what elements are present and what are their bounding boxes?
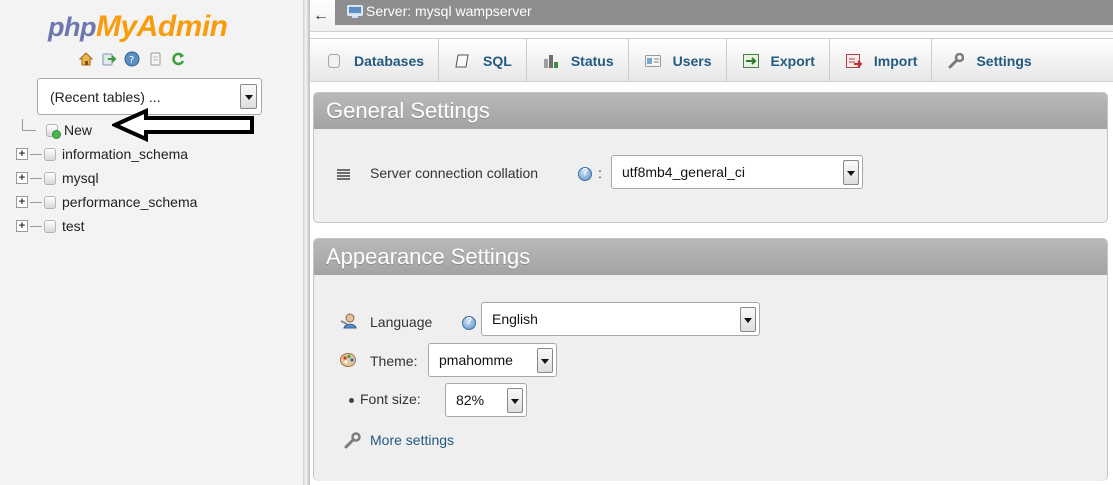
expand-icon[interactable]: + [16, 220, 28, 232]
tab-import[interactable]: Import [830, 39, 933, 82]
tree-connector [30, 225, 42, 227]
phpmyadmin-logo[interactable]: phpMyAdmin [48, 10, 228, 44]
tab-databases[interactable]: Databases [310, 39, 440, 82]
svg-text:?: ? [129, 55, 134, 66]
query-window-icon[interactable]: ? [124, 51, 140, 67]
tree-item-label[interactable]: performance_schema [62, 194, 197, 210]
navigation-panel: phpMyAdmin ? (Recent tables) ... New + i… [0, 0, 303, 485]
exit-icon[interactable] [101, 51, 117, 67]
chevron-down-icon[interactable] [843, 160, 859, 185]
chevron-down-icon[interactable] [240, 84, 257, 109]
sql-icon [455, 53, 471, 69]
theme-select[interactable]: pmahomme [428, 343, 557, 377]
users-icon [644, 53, 661, 69]
database-icon [44, 219, 56, 233]
font-size-select[interactable]: 82% [445, 383, 527, 417]
tree-item-performance-schema[interactable]: + performance_schema [16, 190, 197, 214]
language-label: Language [370, 314, 433, 330]
font-size-label: Font size: [360, 391, 421, 407]
tree-item-label[interactable]: mysql [62, 170, 99, 186]
database-icon [44, 147, 56, 161]
tree-item-label[interactable]: information_schema [62, 146, 188, 162]
help-icon[interactable] [578, 167, 592, 181]
general-settings-panel: General Settings Server connection colla… [313, 92, 1108, 223]
expand-icon[interactable]: + [16, 196, 28, 208]
database-icon [44, 195, 56, 209]
tree-item-label[interactable]: test [62, 218, 85, 234]
nav-icon-row: ? [78, 51, 186, 67]
chevron-down-icon[interactable] [740, 307, 756, 332]
collation-select[interactable]: utf8mb4_general_ci [611, 155, 863, 189]
help-icon[interactable] [462, 316, 476, 330]
collation-value: utf8mb4_general_ci [622, 164, 745, 180]
tab-label: Settings [976, 52, 1032, 69]
language-icon [340, 313, 357, 329]
panel-title: Appearance Settings [326, 244, 531, 269]
theme-label: Theme: [370, 353, 418, 369]
tab-label: Status [570, 52, 614, 69]
breadcrumb: Server: mysql wampserver [335, 0, 1113, 25]
export-icon [742, 53, 759, 69]
top-bar: ← Server: mysql wampserver [310, 0, 1113, 32]
tab-label: Users [672, 52, 712, 69]
tree-item-information-schema[interactable]: + information_schema [16, 142, 197, 166]
new-database-icon [46, 123, 61, 139]
nav-resize-handle[interactable] [303, 0, 310, 485]
main-tabs: Databases SQL Status Users Export Import… [310, 38, 1113, 82]
tab-label: Import [873, 52, 918, 69]
language-value: English [492, 311, 538, 327]
wrench-icon [344, 432, 361, 449]
collation-label: Server connection collation [370, 165, 539, 181]
theme-palette-icon [340, 353, 356, 367]
reload-icon[interactable] [170, 51, 186, 67]
tab-sql[interactable]: SQL [439, 39, 527, 82]
tab-users[interactable]: Users [629, 39, 727, 82]
tree-item-label[interactable]: New [64, 122, 92, 138]
tab-label: Databases [354, 52, 425, 69]
import-icon [845, 53, 862, 69]
chevron-down-icon[interactable] [537, 348, 553, 373]
tab-label: Export [770, 52, 815, 69]
theme-value: pmahomme [439, 352, 513, 368]
bullet-icon [349, 398, 354, 403]
panel-title: General Settings [326, 98, 490, 123]
home-icon[interactable] [78, 51, 94, 67]
collapse-nav-icon[interactable]: ← [313, 8, 329, 24]
panel-header: General Settings [314, 93, 1107, 129]
tab-export[interactable]: Export [727, 39, 830, 82]
server-icon [347, 5, 363, 18]
tree-connector [30, 177, 42, 179]
breadcrumb-server-link[interactable]: Server: mysql wampserver [366, 3, 532, 19]
tree-connector [30, 153, 42, 155]
status-icon [543, 53, 559, 69]
annotation-arrow-icon [112, 108, 254, 142]
tree-item-mysql[interactable]: + mysql [16, 166, 197, 190]
list-icon [337, 169, 350, 180]
tab-label: SQL [483, 52, 512, 69]
more-settings-link[interactable]: More settings [370, 432, 454, 448]
tree-connector [22, 119, 36, 131]
expand-icon[interactable]: + [16, 148, 28, 160]
logo-text-myadmin: MyAdmin [95, 10, 228, 43]
tree-connector [30, 201, 42, 203]
databases-icon [326, 53, 342, 69]
database-icon [44, 171, 56, 185]
documentation-icon[interactable] [147, 51, 163, 67]
appearance-settings-panel: Appearance Settings Language : English T… [313, 238, 1108, 481]
expand-icon[interactable]: + [16, 172, 28, 184]
font-size-value: 82% [456, 392, 485, 408]
tab-settings[interactable]: Settings [932, 39, 1045, 82]
language-select[interactable]: English [481, 302, 760, 336]
settings-icon [948, 52, 965, 69]
panel-header: Appearance Settings [314, 239, 1107, 275]
recent-tables-value: (Recent tables) ... [50, 89, 161, 105]
chevron-down-icon[interactable] [507, 388, 523, 413]
logo-text-php: php [48, 12, 96, 42]
label-colon: : [598, 165, 602, 181]
tree-item-test[interactable]: + test [16, 214, 197, 238]
tab-status[interactable]: Status [527, 39, 629, 82]
